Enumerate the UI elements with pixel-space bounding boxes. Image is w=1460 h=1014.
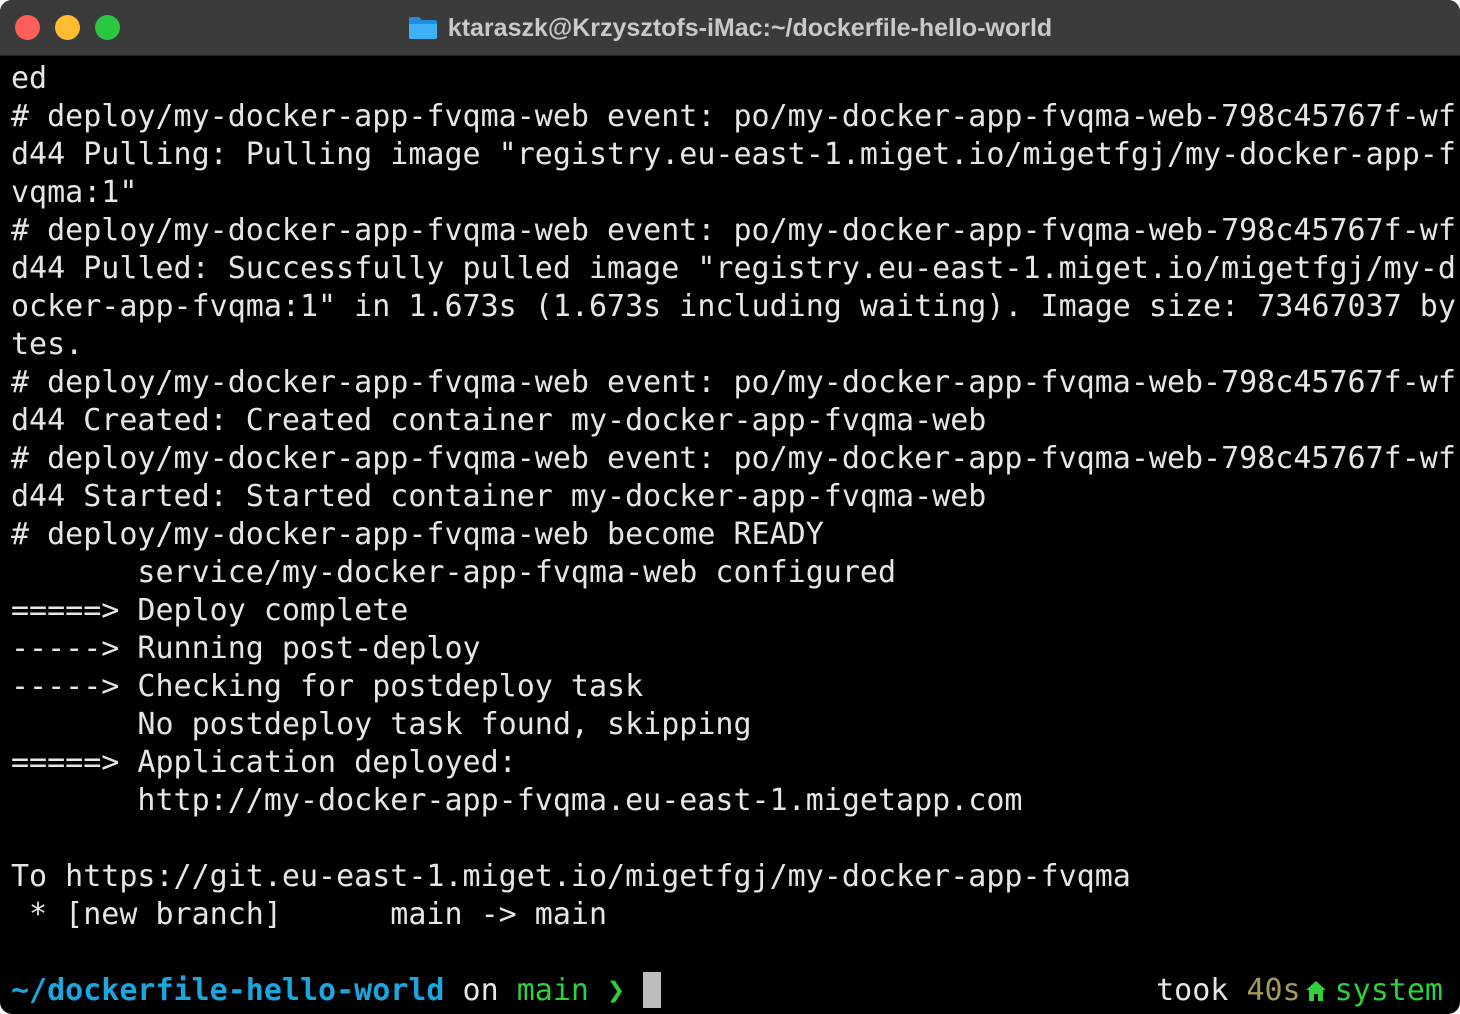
terminal-line: # deploy/my-docker-app-fvqma-web event: … — [11, 99, 1456, 134]
terminal-line: No postdeploy task found, skipping — [11, 707, 752, 742]
terminal-line: # deploy/my-docker-app-fvqma-web event: … — [11, 213, 1456, 248]
terminal-line: ed — [11, 61, 48, 96]
terminal-line: -----> Checking for postdeploy task — [11, 669, 644, 704]
took-label: took — [1156, 973, 1247, 1008]
prompt-chevron-icon: ❯ — [588, 973, 644, 1008]
terminal-line: d44 Created: Created container my-docker… — [11, 403, 987, 438]
terminal-line: # deploy/my-docker-app-fvqma-web event: … — [11, 365, 1456, 400]
terminal-output[interactable]: ed # deploy/my-docker-app-fvqma-web even… — [11, 60, 1456, 972]
text-cursor — [643, 972, 662, 1008]
terminal-line: # deploy/my-docker-app-fvqma-web become … — [11, 517, 824, 552]
terminal-line: # deploy/my-docker-app-fvqma-web event: … — [11, 441, 1456, 476]
folder-icon — [408, 17, 437, 39]
prompt-directory: ~/dockerfile-hello-world — [11, 973, 445, 1008]
prompt-git-branch: main — [516, 973, 589, 1008]
terminal-line: http://my-docker-app-fvqma.eu-east-1.mig… — [11, 783, 1023, 818]
terminal-line: -----> Running post-deploy — [11, 631, 481, 666]
terminal-line: =====> Application deployed: — [11, 745, 517, 780]
window-title: ktaraszk@Krzysztofs-iMac:~/dockerfile-he… — [447, 13, 1053, 42]
terminal-line: tes. — [11, 327, 84, 362]
title-bar[interactable]: ktaraszk@Krzysztofs-iMac:~/dockerfile-he… — [0, 0, 1460, 56]
terminal-line: =====> Deploy complete — [11, 593, 409, 628]
terminal-line: d44 Pulling: Pulling image "registry.eu-… — [11, 137, 1456, 172]
terminal-line: service/my-docker-app-fvqma-web configur… — [11, 555, 897, 590]
environment-name: system — [1334, 973, 1443, 1008]
terminal-line: ocker-app-fvqma:1" in 1.673s (1.673s inc… — [11, 289, 1456, 324]
prompt-on-label: on — [444, 973, 517, 1008]
house-icon — [1305, 981, 1326, 1001]
terminal-line: To https://git.eu-east-1.miget.io/migetf… — [11, 859, 1131, 894]
prompt-right-status: took 40s system — [1156, 972, 1443, 1010]
terminal-line: d44 Started: Started container my-docker… — [11, 479, 987, 514]
terminal-line: d44 Pulled: Successfully pulled image "r… — [11, 251, 1456, 286]
command-duration: 40s — [1246, 973, 1301, 1008]
window-title-group: ktaraszk@Krzysztofs-iMac:~/dockerfile-he… — [0, 0, 1460, 56]
terminal-window: ktaraszk@Krzysztofs-iMac:~/dockerfile-he… — [0, 0, 1460, 1014]
terminal-line: vqma:1" — [11, 175, 138, 210]
terminal-line: * [new branch] main -> main — [11, 897, 608, 932]
